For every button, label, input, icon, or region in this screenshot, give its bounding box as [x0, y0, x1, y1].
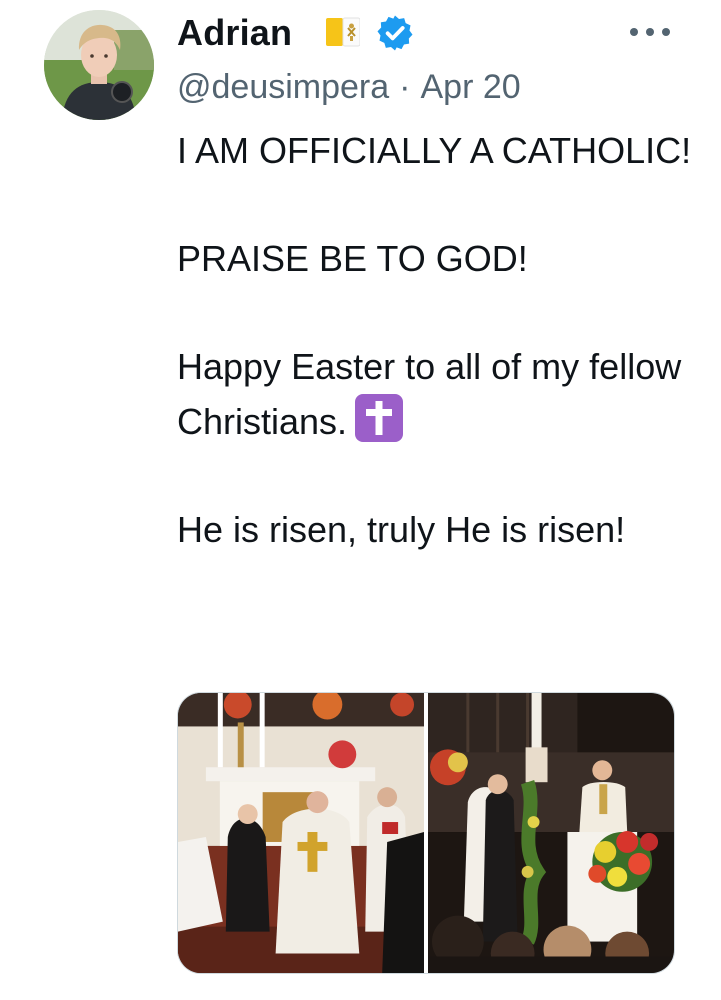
- ceremony-photo[interactable]: [428, 693, 674, 973]
- tweet-paragraph: Happy Easter to all of my fellow Christi…: [177, 340, 697, 449]
- altar-photo[interactable]: [178, 693, 424, 973]
- tweet-paragraph: PRAISE BE TO GOD!: [177, 238, 528, 279]
- tweet-paragraph: I AM OFFICIALLY A CATHOLIC!: [177, 130, 692, 171]
- author-handle[interactable]: @deusimpera: [177, 68, 389, 106]
- separator: ·: [399, 68, 411, 106]
- tweet-paragraph-text: Happy Easter to all of my fellow Christi…: [177, 346, 682, 442]
- tweet-paragraph: He is risen, truly He is risen!: [177, 509, 626, 550]
- verified-icon: [377, 15, 413, 51]
- author-name[interactable]: Adrian: [177, 12, 292, 54]
- vatican-flag-icon: [326, 17, 360, 47]
- media-grid[interactable]: [177, 692, 675, 974]
- avatar-image: [44, 10, 154, 120]
- latin-cross-emoji-icon: [355, 394, 404, 442]
- ceremony-photo-image: [428, 693, 674, 973]
- more-options-icon[interactable]: [628, 24, 672, 40]
- tweet-text: I AM OFFICIALLY A CATHOLIC! PRAISE BE TO…: [177, 124, 697, 557]
- tweet[interactable]: Adrian @deusimpera · Apr 20 I AM OFFICIALL…: [0, 0, 721, 1000]
- tweet-date[interactable]: Apr 20: [421, 68, 521, 106]
- altar-photo-image: [178, 693, 424, 973]
- handle-line: @deusimpera · Apr 20: [177, 68, 521, 107]
- avatar[interactable]: [44, 10, 154, 120]
